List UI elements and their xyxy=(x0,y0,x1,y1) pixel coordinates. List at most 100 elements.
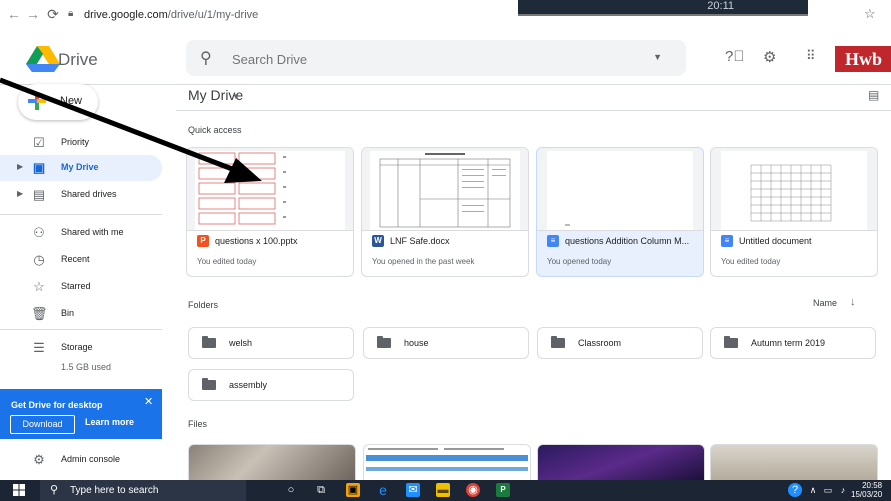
folder-icon xyxy=(724,336,738,348)
apps-grid-icon[interactable]: ⠿ xyxy=(806,48,815,64)
admin-gear-icon: ⚙ xyxy=(33,452,45,467)
sidebar-divider xyxy=(0,329,162,330)
title-divider xyxy=(176,110,891,111)
system-clock[interactable]: 20:58 15/03/20 xyxy=(851,481,882,499)
folder-item[interactable]: house xyxy=(363,327,529,359)
folder-icon xyxy=(377,336,391,348)
search-bar[interactable]: ⚲ ▼ xyxy=(186,40,686,76)
chevron-down-icon[interactable]: ▼ xyxy=(232,92,240,101)
lock-icon: 🔒︎ xyxy=(68,8,74,19)
drive-logo-icon[interactable] xyxy=(26,46,60,72)
file-name: LNF Safe.docx xyxy=(390,236,450,246)
expand-caret-icon[interactable]: ▶ xyxy=(17,162,23,171)
taskbar-search-text: Type here to search xyxy=(70,485,159,496)
expand-caret-icon[interactable]: ▶ xyxy=(17,189,23,198)
list-view-icon[interactable]: ▤ xyxy=(868,88,879,102)
new-button[interactable]: New xyxy=(18,84,98,120)
search-options-icon[interactable]: ▼ xyxy=(653,52,662,62)
forward-icon[interactable]: → xyxy=(25,6,41,22)
sidebar-item-shared-with-me[interactable]: ⚇ Shared with me xyxy=(0,220,162,246)
learn-more-link[interactable]: Learn more xyxy=(85,417,134,427)
file-name: questions x 100.pptx xyxy=(215,236,298,246)
back-icon[interactable]: ← xyxy=(6,6,22,22)
settings-gear-icon[interactable]: ⚙ xyxy=(763,48,776,66)
quick-access-card[interactable]: ≡ Untitled document You edited today xyxy=(710,147,878,277)
sidebar-item-priority[interactable]: ☑ Priority xyxy=(0,130,162,156)
file-activity: You edited today xyxy=(197,257,257,266)
task-view-icon[interactable]: ⧉ xyxy=(314,483,328,497)
folder-icon xyxy=(551,336,565,348)
sidebar-item-my-drive[interactable]: ▶ ▣ My Drive xyxy=(0,155,162,181)
address-bar[interactable]: drive.google.com/drive/u/1/my-drive xyxy=(84,6,504,24)
clock-icon: ◷ xyxy=(33,252,45,267)
promo-title: Get Drive for desktop xyxy=(11,400,103,410)
windows-taskbar: ⚲ Type here to search ○ ⧉ ▣ e ✉ ▬ ◉ P ? … xyxy=(0,480,891,501)
file-thumbnail xyxy=(537,148,703,231)
sidebar-item-label: Storage xyxy=(61,342,93,352)
quick-access-heading: Quick access xyxy=(188,125,242,135)
file-card[interactable] xyxy=(537,444,705,481)
bin-icon: 🗑︎ xyxy=(31,306,48,321)
file-card[interactable] xyxy=(710,444,878,481)
sidebar-item-label: Priority xyxy=(61,137,90,147)
quick-access-card[interactable]: P questions x 100.pptx You edited today xyxy=(186,147,354,277)
sidebar-item-label: Admin console xyxy=(61,454,121,464)
tray-chevron-icon[interactable]: ∧ xyxy=(806,483,820,497)
sidebar-item-storage[interactable]: ☰ Storage xyxy=(0,335,162,361)
overlay-clock: 20:11 xyxy=(707,0,734,12)
folders-heading: Folders xyxy=(188,300,219,310)
sidebar-item-label: Starred xyxy=(61,281,91,291)
file-card[interactable] xyxy=(188,444,356,481)
folder-name: assembly xyxy=(229,380,268,390)
url-host: drive.google.com xyxy=(84,9,168,21)
search-input[interactable] xyxy=(230,48,634,70)
account-badge[interactable]: Hwb xyxy=(835,46,891,72)
clock-time: 20:58 xyxy=(862,481,883,490)
help-tray-icon[interactable]: ? xyxy=(788,483,802,497)
sidebar-divider xyxy=(0,214,162,215)
help-icon[interactable]: ?⃝ xyxy=(725,48,745,65)
slides-file-icon: P xyxy=(197,235,209,247)
folder-icon xyxy=(202,378,216,390)
sort-by-name[interactable]: Name xyxy=(813,298,837,308)
folder-item[interactable]: Classroom xyxy=(537,327,703,359)
reload-icon[interactable]: ⟳ xyxy=(45,6,61,22)
file-card[interactable] xyxy=(363,444,531,481)
store-icon[interactable]: ▣ xyxy=(346,483,360,497)
folder-item[interactable]: Autumn term 2019 xyxy=(710,327,876,359)
volume-icon[interactable]: ♪ xyxy=(836,483,850,497)
file-thumbnail xyxy=(711,148,877,231)
sidebar-item-bin[interactable]: 🗑︎ Bin xyxy=(0,301,162,327)
battery-icon[interactable]: ▭ xyxy=(821,483,835,497)
plus-icon xyxy=(28,88,46,114)
files-heading: Files xyxy=(188,419,208,429)
search-icon[interactable]: ⚲ xyxy=(200,48,212,68)
file-explorer-icon[interactable]: ▬ xyxy=(436,483,450,497)
download-button[interactable]: Download xyxy=(10,415,75,434)
quick-access-card[interactable]: ≡ questions Addition Column M... You ope… xyxy=(536,147,704,277)
project-app-icon[interactable]: P xyxy=(496,483,510,497)
sidebar-item-shared-drives[interactable]: ▶ ▤ Shared drives xyxy=(0,182,162,208)
file-name: questions Addition Column M... xyxy=(565,236,690,246)
file-thumbnail xyxy=(362,148,528,231)
folder-item[interactable]: welsh xyxy=(188,327,354,359)
sidebar-item-admin-console[interactable]: ⚙ Admin console xyxy=(0,447,162,473)
drive-brand[interactable]: Drive xyxy=(58,50,98,70)
sidebar-item-label: Recent xyxy=(61,254,90,264)
sidebar-item-starred[interactable]: ☆ Starred xyxy=(0,274,162,300)
mail-icon[interactable]: ✉ xyxy=(406,483,420,497)
close-icon[interactable]: ✕ xyxy=(144,395,153,408)
windows-start-icon[interactable] xyxy=(13,484,25,496)
cortana-icon[interactable]: ○ xyxy=(284,483,298,497)
folder-name: Classroom xyxy=(578,338,622,348)
chrome-icon[interactable]: ◉ xyxy=(466,483,480,497)
quick-access-card[interactable]: W LNF Safe.docx You opened in the past w… xyxy=(361,147,529,277)
taskbar-search[interactable]: ⚲ Type here to search xyxy=(40,480,246,501)
file-name: Untitled document xyxy=(739,236,812,246)
bookmark-star-icon[interactable]: ☆ xyxy=(864,6,876,22)
sidebar-item-recent[interactable]: ◷ Recent xyxy=(0,247,162,273)
edge-icon[interactable]: e xyxy=(376,483,390,497)
star-icon: ☆ xyxy=(33,279,45,294)
sort-direction-arrow-icon[interactable]: ↓ xyxy=(850,296,856,308)
folder-item[interactable]: assembly xyxy=(188,369,354,401)
